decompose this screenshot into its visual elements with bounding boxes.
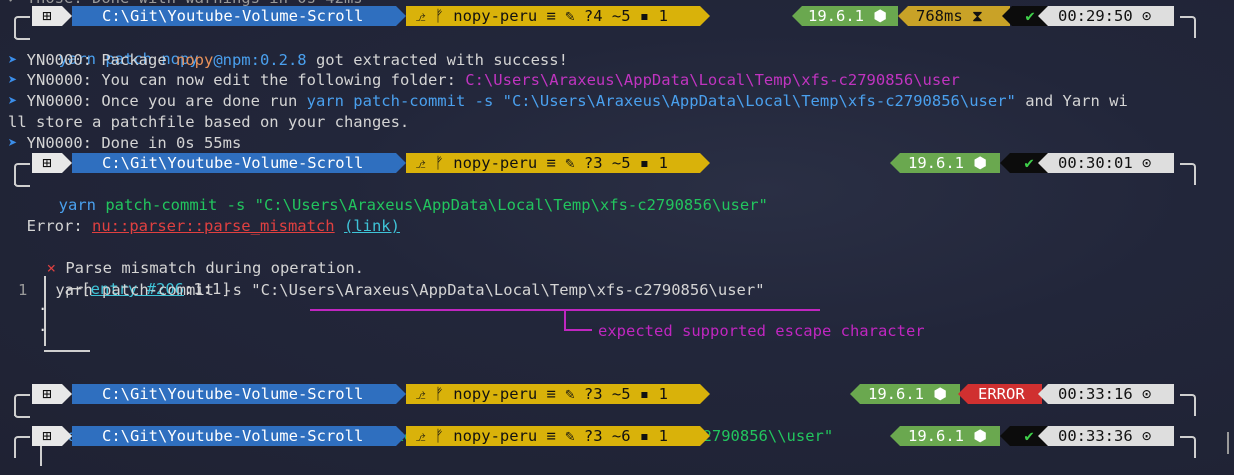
command-line-3: yarn patch-commit -s "C:\\Users\\Araxeus… <box>40 405 834 445</box>
source-line: yarn patch-commit -s "C:\Users\Araxeus\A… <box>46 281 765 299</box>
error-message: × Parse mismatch during operation. <box>46 259 364 277</box>
output-line-4: ll store a patchfile based on your chang… <box>8 113 410 131</box>
error-hint: expected supported escape character <box>598 322 925 340</box>
prompt-git-status: ⎇ ᚠ nopy-peru ≡ ✎ ?4 ~5 ▪ 1 <box>406 6 700 26</box>
error-header: Error: nu::parser::parse_mismatch (link) <box>26 217 400 235</box>
prompt-path: C:\Git\Youtube-Volume-Scroll <box>72 426 396 446</box>
prompt-path: C:\Git\Youtube-Volume-Scroll <box>72 6 396 26</box>
output-line-5: ➤ YN0000: Done in 0s 55ms <box>8 134 242 152</box>
windows-icon: ⊞ <box>32 153 62 173</box>
gutter-dot: · <box>38 321 48 339</box>
prompt-path: C:\Git\Youtube-Volume-Scroll <box>72 384 396 404</box>
prompt-path: C:\Git\Youtube-Volume-Scroll <box>72 153 396 173</box>
node-version: 19.6.1 ⬢ <box>802 6 898 26</box>
windows-icon: ⊞ <box>32 6 62 26</box>
error-link[interactable]: (link) <box>344 217 400 235</box>
execution-duration: 768ms ⧗ <box>908 6 1010 26</box>
text-cursor <box>40 446 42 466</box>
node-version: 19.6.1 ⬢ <box>860 384 960 404</box>
command-line-2: yarn patch-commit -s "C:\Users\Araxeus\A… <box>58 196 768 214</box>
command-line-1: yarn patch nopy <box>40 28 199 68</box>
output-line-2: ➤ YN0000: You can now edit the following… <box>8 71 960 89</box>
node-version: 19.6.1 ⬢ <box>900 153 1000 173</box>
prompt-bracket-bottom <box>14 28 30 40</box>
windows-icon: ⊞ <box>32 426 62 446</box>
prompt-time: 00:33:16 ⊙ <box>1048 384 1174 404</box>
prompt-git-status: ⎇ ᚠ nopy-peru ≡ ✎ ?3 ~6 ▪ 1 <box>406 426 700 446</box>
status-error: ERROR <box>968 384 1042 404</box>
entry-header: ╭─[entry #206:1:1] <box>62 280 231 298</box>
gutter-dot: · <box>38 300 48 318</box>
source-line-number: 1 <box>18 281 28 299</box>
output-line-1: ➤ YN0000: Package nopy@npm:0.2.8 got ext… <box>8 51 568 69</box>
error-code: nu::parser::parse_mismatch <box>92 217 335 235</box>
prompt-time: 00:30:01 ⊙ <box>1048 153 1174 173</box>
prompt-git-status: ⎇ ᚠ nopy-peru ≡ ✎ ?3 ~5 ▪ 1 <box>406 153 700 173</box>
output-line-3: ➤ YN0000: Once you are done run yarn pat… <box>8 92 1128 110</box>
scrollbar[interactable] <box>1227 432 1229 454</box>
prompt-time: 00:29:50 ⊙ <box>1048 6 1174 26</box>
windows-icon: ⊞ <box>32 384 62 404</box>
prompt-bracket-right <box>1180 16 1196 38</box>
prompt-git-status: ⎇ ᚠ nopy-peru ≡ ✎ ?3 ~5 ▪ 1 <box>406 384 700 404</box>
prompt-time: 00:33:36 ⊙ <box>1048 426 1174 446</box>
node-version: 19.6.1 ⬢ <box>900 426 1000 446</box>
